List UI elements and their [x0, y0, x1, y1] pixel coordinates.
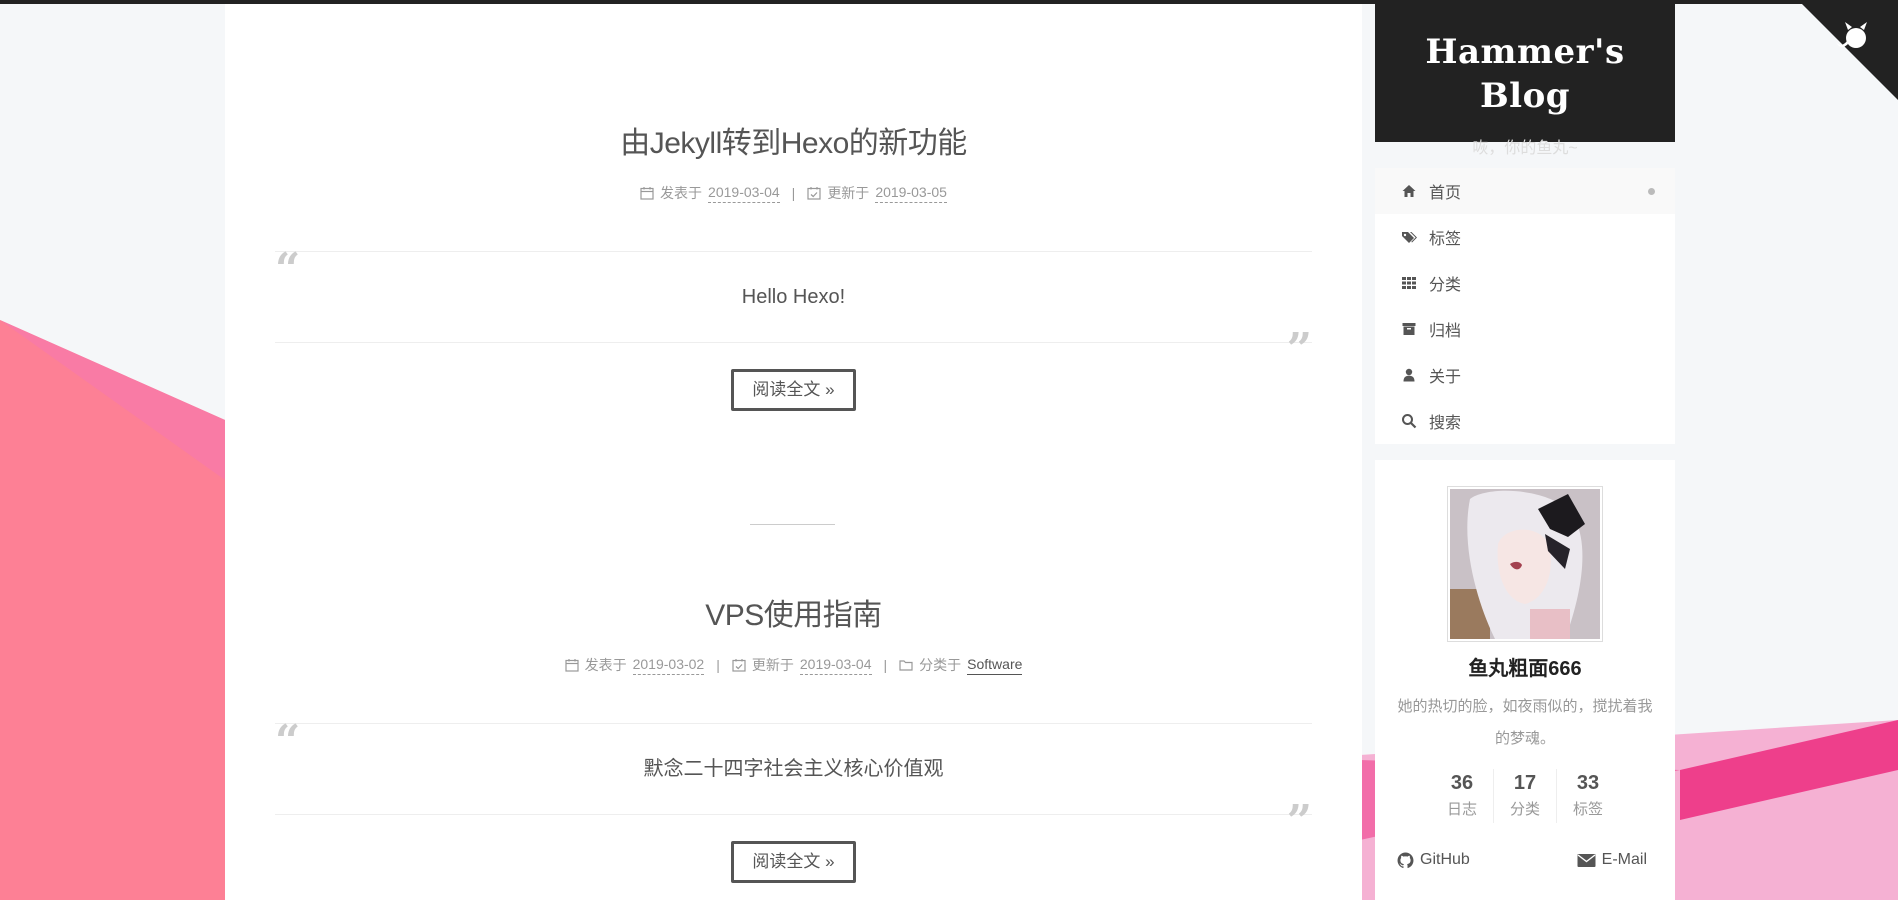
post-meta: 发表于 2019-03-02 | 更新于 2019-03-04 | 分类于 So… — [225, 654, 1362, 675]
stat-count: 33 — [1576, 772, 1600, 794]
menu-item-label: 归档 — [1429, 323, 1462, 340]
social-links: GitHub E-Mail — [1375, 851, 1675, 869]
post-excerpt: 默念二十四字社会主义核心价值观 — [643, 758, 944, 780]
calendar-icon — [640, 186, 654, 200]
updated-label: 更新于 — [827, 184, 870, 201]
meta-separator: | — [716, 656, 720, 673]
email-label: E-Mail — [1601, 851, 1647, 868]
stat-count: 17 — [1513, 772, 1537, 794]
quote-close-icon: ” — [1286, 324, 1312, 375]
github-link[interactable]: GitHub — [1397, 851, 1470, 869]
meta-separator: | — [883, 656, 888, 673]
read-more-button[interactable]: 阅读全文 » — [731, 841, 856, 883]
archive-icon — [1402, 323, 1416, 335]
post-title[interactable]: VPS使用指南 — [225, 596, 1362, 636]
github-label: GitHub — [1420, 851, 1470, 868]
menu-item-about[interactable]: 关于 — [1375, 352, 1675, 398]
quote-open-icon: “ — [275, 244, 301, 295]
github-corner-icon[interactable] — [1798, 0, 1898, 100]
updated-label: 更新于 — [751, 656, 794, 673]
home-icon — [1402, 185, 1416, 197]
sidebar: Hammer's Blog 咴，你的鱼丸~ 首页 标签 分类 归档 关于 搜索 — [1375, 4, 1675, 900]
post-excerpt-quote: “ Hello Hexo! ” — [275, 244, 1312, 372]
post-article: 由Jekyll转到Hexo的新功能 发表于 2019-03-04 | 更新于 2… — [225, 124, 1362, 411]
updated-date[interactable]: 2019-03-05 — [875, 182, 947, 203]
stat-label: 分类 — [1509, 801, 1540, 818]
published-label: 发表于 — [660, 184, 703, 201]
calendar-icon — [565, 658, 579, 672]
stat-count: 36 — [1450, 772, 1474, 794]
published-date[interactable]: 2019-03-04 — [708, 182, 780, 203]
top-bar — [0, 0, 1898, 4]
post-excerpt: Hello Hexo! — [741, 286, 846, 308]
menu-item-categories[interactable]: 分类 — [1375, 260, 1675, 306]
stat-label: 日志 — [1446, 801, 1477, 818]
author-description: 她的热切的脸，如夜雨似的，搅扰着我的梦魂。 — [1397, 698, 1653, 747]
stat-tags[interactable]: 33 标签 — [1556, 769, 1619, 823]
published-label: 发表于 — [584, 656, 627, 673]
folder-icon — [899, 659, 913, 671]
menu-item-home[interactable]: 首页 — [1375, 168, 1675, 214]
post-article: VPS使用指南 发表于 2019-03-02 | 更新于 2019-03-04 … — [225, 596, 1362, 883]
site-stats: 36 日志 17 分类 33 标签 — [1375, 769, 1675, 823]
search-icon — [1402, 414, 1417, 429]
read-more-button[interactable]: 阅读全文 » — [731, 369, 856, 411]
avatar — [1447, 486, 1603, 642]
main-content: 由Jekyll转到Hexo的新功能 发表于 2019-03-04 | 更新于 2… — [225, 4, 1362, 900]
menu-item-label: 关于 — [1429, 369, 1462, 386]
email-link[interactable]: E-Mail — [1577, 851, 1647, 869]
stat-posts[interactable]: 36 日志 — [1431, 769, 1493, 823]
site-brand: Hammer's Blog 咴，你的鱼丸~ — [1375, 4, 1675, 157]
menu-item-archives[interactable]: 归档 — [1375, 306, 1675, 352]
menu-item-label: 搜索 — [1429, 415, 1462, 432]
meta-separator: | — [791, 184, 796, 201]
site-title[interactable]: Hammer's Blog — [1375, 4, 1675, 118]
post-title[interactable]: 由Jekyll转到Hexo的新功能 — [225, 124, 1362, 164]
github-icon — [1397, 852, 1414, 868]
menu-item-tags[interactable]: 标签 — [1375, 214, 1675, 260]
stat-categories[interactable]: 17 分类 — [1493, 769, 1556, 823]
calendar-check-icon — [732, 658, 746, 672]
active-indicator — [1648, 188, 1655, 195]
menu-item-label: 分类 — [1429, 277, 1462, 294]
updated-date[interactable]: 2019-03-04 — [799, 654, 872, 675]
author-profile: 鱼丸粗面666 她的热切的脸，如夜雨似的，搅扰着我的梦魂。 36 日志 17 分… — [1375, 460, 1675, 900]
post-divider — [750, 524, 835, 525]
site-menu: 首页 标签 分类 归档 关于 搜索 — [1375, 168, 1675, 444]
menu-item-label: 首页 — [1429, 185, 1462, 202]
calendar-check-icon — [807, 186, 821, 200]
grid-icon — [1402, 277, 1416, 289]
author-name: 鱼丸粗面666 — [1468, 658, 1582, 680]
site-subtitle: 咴，你的鱼丸~ — [1472, 140, 1578, 157]
published-date[interactable]: 2019-03-02 — [632, 654, 705, 675]
post-meta: 发表于 2019-03-04 | 更新于 2019-03-05 — [225, 182, 1362, 203]
quote-open-icon: “ — [275, 716, 301, 767]
envelope-icon — [1577, 853, 1596, 867]
menu-item-label: 标签 — [1429, 231, 1462, 248]
category-label: 分类于 — [919, 656, 962, 673]
category-link[interactable]: Software — [967, 654, 1023, 675]
post-excerpt-quote: “ 默念二十四字社会主义核心价值观 ” — [275, 716, 1312, 844]
menu-item-search[interactable]: 搜索 — [1375, 398, 1675, 444]
stat-label: 标签 — [1572, 801, 1603, 818]
user-icon — [1403, 368, 1415, 382]
tags-icon — [1402, 232, 1417, 243]
quote-close-icon: ” — [1286, 796, 1312, 847]
